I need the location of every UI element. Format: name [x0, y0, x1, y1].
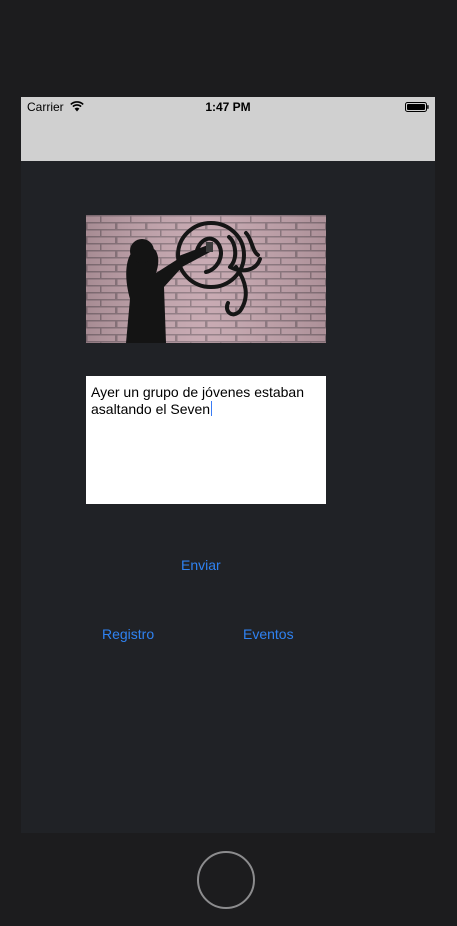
device-frame: Carrier 1:47 PM Ayer un grupo de jóvenes… [0, 0, 457, 926]
status-bar: Carrier 1:47 PM [21, 97, 435, 117]
text-caret [211, 401, 213, 416]
report-text-area[interactable]: Ayer un grupo de jóvenes estaban asaltan… [86, 376, 326, 504]
send-button[interactable]: Enviar [181, 557, 221, 573]
app-screen: Carrier 1:47 PM Ayer un grupo de jóvenes… [21, 97, 435, 833]
graffiti-photo-image [86, 215, 326, 343]
battery-icon [405, 102, 429, 112]
home-button[interactable] [197, 851, 255, 909]
report-text: Ayer un grupo de jóvenes estaban asaltan… [91, 384, 305, 417]
register-button[interactable]: Registro [102, 626, 154, 642]
graffiti-photo [86, 215, 326, 343]
navigation-bar [21, 117, 435, 161]
status-time: 1:47 PM [205, 100, 251, 114]
events-button[interactable]: Eventos [243, 626, 294, 642]
